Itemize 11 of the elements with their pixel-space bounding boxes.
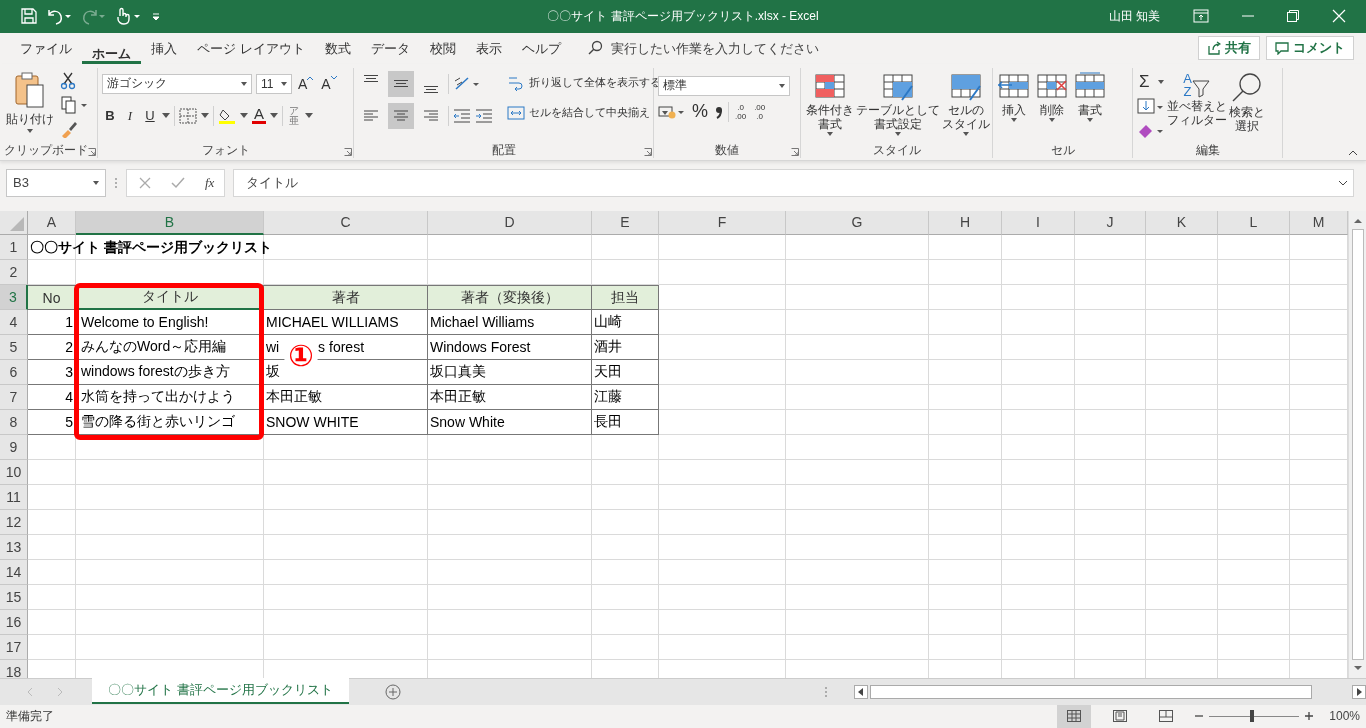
user-name: 山田 知美 bbox=[1108, 7, 1160, 25]
group-label: クリップボード bbox=[4, 141, 88, 159]
group-label: 編集 bbox=[1195, 141, 1220, 159]
sheet-title: 〇〇サイト 書評ページ用ブックリスト bbox=[30, 238, 272, 257]
group-label: セル bbox=[1050, 141, 1075, 159]
group-label: フォント bbox=[201, 141, 250, 159]
status-text: 準備完了 bbox=[6, 708, 54, 725]
group-label: スタイル bbox=[872, 141, 921, 159]
group-label: 配置 bbox=[491, 141, 516, 159]
window-title: 〇〇サイト 書評ページ用ブックリスト.xlsx - Excel bbox=[547, 7, 819, 25]
group-label: 数値 bbox=[715, 141, 739, 159]
